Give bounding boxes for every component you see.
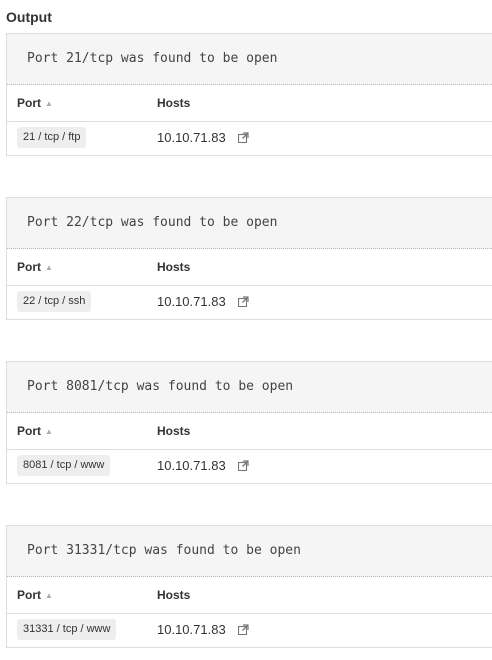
- port-badge: 21 / tcp / ftp: [17, 127, 87, 148]
- sort-ascending-icon[interactable]: ▲: [45, 260, 53, 275]
- sort-ascending-icon[interactable]: ▲: [45, 96, 53, 111]
- sort-ascending-icon[interactable]: ▲: [45, 424, 53, 439]
- finding-message: Port 22/tcp was found to be open: [7, 198, 492, 249]
- host-address: 10.10.71.83: [157, 458, 226, 473]
- port-column-header[interactable]: Port ▲: [17, 424, 53, 439]
- finding-card: Port 8081/tcp was found to be open Port ▲…: [6, 361, 492, 484]
- finding-message: Port 21/tcp was found to be open: [7, 34, 492, 85]
- port-badge: 8081 / tcp / www: [17, 455, 111, 476]
- table-row: 8081 / tcp / www 10.10.71.83: [7, 450, 492, 483]
- port-column-label: Port: [17, 588, 41, 602]
- finding-message: Port 8081/tcp was found to be open: [7, 362, 492, 413]
- output-heading: Output: [6, 9, 52, 25]
- finding-card: Port 22/tcp was found to be open Port ▲ H…: [6, 197, 492, 320]
- hosts-column-header[interactable]: Hosts: [157, 96, 190, 111]
- table-header: Port ▲ Hosts: [7, 413, 492, 450]
- table-header: Port ▲ Hosts: [7, 85, 492, 122]
- port-column-label: Port: [17, 424, 41, 438]
- port-column-label: Port: [17, 260, 41, 274]
- port-column-header[interactable]: Port ▲: [17, 260, 53, 275]
- port-badge: 22 / tcp / ssh: [17, 291, 92, 312]
- port-badge: 31331 / tcp / www: [17, 619, 117, 640]
- host-cell: 10.10.71.83: [157, 622, 249, 638]
- host-address: 10.10.71.83: [157, 622, 226, 637]
- hosts-column-header[interactable]: Hosts: [157, 424, 190, 439]
- finding-card: Port 21/tcp was found to be open Port ▲ H…: [6, 33, 492, 156]
- external-link-icon[interactable]: [237, 296, 249, 307]
- finding-message: Port 31331/tcp was found to be open: [7, 526, 492, 577]
- hosts-column-header[interactable]: Hosts: [157, 588, 190, 603]
- table-row: 21 / tcp / ftp 10.10.71.83: [7, 122, 492, 155]
- hosts-column-header[interactable]: Hosts: [157, 260, 190, 275]
- port-column-header[interactable]: Port ▲: [17, 96, 53, 111]
- table-row: 22 / tcp / ssh 10.10.71.83: [7, 286, 492, 319]
- host-cell: 10.10.71.83: [157, 130, 249, 146]
- external-link-icon[interactable]: [237, 460, 249, 471]
- sort-ascending-icon[interactable]: ▲: [45, 588, 53, 603]
- port-column-header[interactable]: Port ▲: [17, 588, 53, 603]
- finding-card: Port 31331/tcp was found to be open Port…: [6, 525, 492, 648]
- host-address: 10.10.71.83: [157, 294, 226, 309]
- external-link-icon[interactable]: [237, 624, 249, 635]
- table-row: 31331 / tcp / www 10.10.71.83: [7, 614, 492, 647]
- port-column-label: Port: [17, 96, 41, 110]
- host-cell: 10.10.71.83: [157, 294, 249, 310]
- table-header: Port ▲ Hosts: [7, 249, 492, 286]
- table-header: Port ▲ Hosts: [7, 577, 492, 614]
- host-cell: 10.10.71.83: [157, 458, 249, 474]
- external-link-icon[interactable]: [237, 132, 249, 143]
- host-address: 10.10.71.83: [157, 130, 226, 145]
